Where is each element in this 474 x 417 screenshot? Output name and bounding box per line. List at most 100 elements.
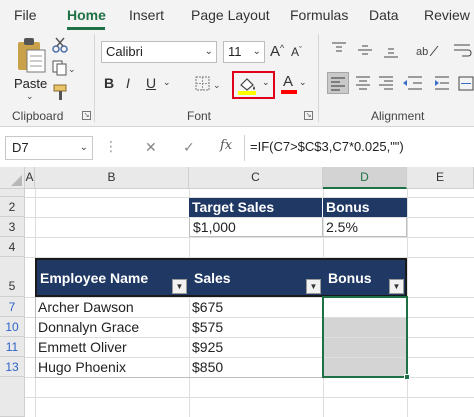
row-header-5[interactable]: 5 <box>0 257 25 297</box>
formula-divider <box>244 135 245 161</box>
font-name-combo[interactable]: Calibri ⌄ <box>101 41 217 63</box>
top-align-icon <box>332 42 346 52</box>
tab-file[interactable]: File <box>14 7 37 23</box>
sales-cell[interactable]: $925 <box>189 337 323 357</box>
column-header-c[interactable]: C <box>189 167 323 189</box>
chevron-down-icon: ⌄ <box>26 91 34 101</box>
clipboard-icon <box>18 38 46 73</box>
row-header-2[interactable]: 2 <box>0 197 25 217</box>
clipboard-group-label: Clipboard <box>12 109 64 123</box>
excel-window: File Home Insert Page Layout Formulas Da… <box>0 0 474 417</box>
increase-indent-icon <box>435 76 449 90</box>
shrink-font-button[interactable]: Aˇ <box>291 45 302 59</box>
font-size-combo[interactable]: 11 ⌄ <box>223 41 265 63</box>
sales-cell[interactable]: $575 <box>189 317 323 337</box>
decrease-indent-icon <box>403 76 422 90</box>
chevron-down-icon[interactable]: ⌄ <box>163 78 171 87</box>
format-painter-icon[interactable] <box>52 83 70 101</box>
group-divider <box>318 34 319 122</box>
sales-cell[interactable]: $850 <box>189 357 323 377</box>
employee-name-cell[interactable]: Donnalyn Grace <box>35 317 189 337</box>
bold-button[interactable]: B <box>104 76 114 90</box>
shrink-font-icon: A <box>291 45 300 59</box>
row-header-11[interactable]: 11 <box>0 337 25 357</box>
tab-formulas[interactable]: Formulas <box>290 7 348 23</box>
ribbon-tab-bar: File Home Insert Page Layout Formulas Da… <box>0 0 474 30</box>
tab-review[interactable]: Review <box>424 7 470 23</box>
font-color-button[interactable]: A ⌄ <box>281 73 307 97</box>
target-sales-value[interactable]: $1,000 <box>189 218 323 237</box>
column-header-a[interactable]: A <box>25 167 35 189</box>
row-header-10[interactable]: 10 <box>0 317 25 337</box>
cancel-entry-button[interactable]: ✕ <box>145 140 157 154</box>
more-options-icon: ⋮ <box>104 138 118 154</box>
filter-button-sales[interactable]: ▼ <box>306 279 321 294</box>
clipboard-dialog-launcher-icon[interactable]: ↘ <box>82 111 91 120</box>
employee-name-cell[interactable]: Hugo Phoenix <box>35 357 189 377</box>
wrap-text-icon <box>454 44 472 57</box>
font-dialog-launcher-icon[interactable]: ↘ <box>304 111 313 120</box>
font-group-label: Font <box>187 109 212 123</box>
sales-header[interactable]: Sales <box>191 270 301 288</box>
name-box-value: D7 <box>12 140 29 155</box>
filter-button-employee[interactable]: ▼ <box>172 279 187 294</box>
insert-function-button[interactable]: fx <box>220 139 232 152</box>
font-color-icon: A <box>283 73 294 90</box>
name-box[interactable]: D7 ⌄ <box>5 136 93 160</box>
select-all-corner[interactable] <box>0 167 25 189</box>
chevron-down-icon: ▼ <box>309 282 318 291</box>
copy-icon[interactable]: ⌄ <box>52 60 74 76</box>
row-header-13[interactable]: 13 <box>0 357 25 377</box>
employee-name-cell[interactable]: Emmett Oliver <box>35 337 189 357</box>
row-header-4[interactable]: 4 <box>0 237 25 257</box>
selection-range[interactable] <box>322 296 408 378</box>
vertical-align-row: ab <box>332 42 472 58</box>
tab-insert[interactable]: Insert <box>129 7 164 23</box>
underline-button[interactable]: U <box>146 76 156 90</box>
tab-data[interactable]: Data <box>369 7 399 23</box>
align-left-button[interactable] <box>327 72 349 94</box>
tab-page-layout[interactable]: Page Layout <box>191 7 270 23</box>
chevron-down-icon: ▼ <box>175 282 184 291</box>
target-bonus-value[interactable]: 2.5% <box>323 218 407 237</box>
fill-color-button[interactable]: ⌄ <box>232 71 275 99</box>
fill-handle[interactable] <box>404 374 410 380</box>
scissors-icon[interactable] <box>52 37 68 53</box>
italic-button[interactable]: I <box>126 76 130 90</box>
font-size-value: 11 <box>228 44 242 59</box>
employee-name-cell[interactable]: Archer Dawson <box>35 297 189 317</box>
row-header-1[interactable] <box>0 189 25 197</box>
formula-bar: D7 ⌄ ⋮ ✕ ✓ fx =IF(C7>$C$3,C7*0.025,"") <box>0 127 474 167</box>
row-header-7[interactable]: 7 <box>0 297 25 317</box>
column-header-e[interactable]: E <box>407 167 474 189</box>
group-divider <box>94 34 95 122</box>
svg-text:⌄: ⌄ <box>68 64 74 74</box>
formula-input[interactable]: =IF(C7>$C$3,C7*0.025,"") <box>250 139 404 154</box>
target-sales-header[interactable]: Target Sales <box>189 198 323 217</box>
tab-home[interactable]: Home <box>67 7 106 23</box>
target-bonus-header[interactable]: Bonus <box>323 198 407 217</box>
svg-text:⌄: ⌄ <box>213 80 221 90</box>
paste-button[interactable]: Paste ⌄ <box>14 36 48 101</box>
chevron-down-icon: ⌄ <box>299 77 307 87</box>
chevron-down-icon: ⌄ <box>252 46 261 57</box>
row-header-3[interactable]: 3 <box>0 217 25 237</box>
column-header-b[interactable]: B <box>35 167 189 189</box>
borders-button[interactable]: ⌄ <box>195 75 223 93</box>
chevron-down-icon: ⌄ <box>262 77 270 87</box>
column-header-d[interactable]: D <box>323 167 407 189</box>
grow-font-button[interactable]: A^ <box>270 44 284 60</box>
fill-color-swatch <box>238 91 256 95</box>
sales-cell[interactable]: $675 <box>189 297 323 317</box>
employee-name-header[interactable]: Employee Name <box>37 270 167 288</box>
align-right-icon <box>379 76 393 90</box>
middle-align-icon <box>358 45 372 55</box>
svg-text:ab: ab <box>416 46 428 58</box>
bonus-header[interactable]: Bonus <box>325 270 385 288</box>
row-header-empty[interactable] <box>0 377 25 417</box>
confirm-entry-button[interactable]: ✓ <box>183 140 195 154</box>
filter-button-bonus[interactable]: ▼ <box>389 279 404 294</box>
filter-active-icon: ▼ <box>392 282 401 291</box>
horizontal-align-row <box>356 76 474 91</box>
paste-label: Paste <box>14 76 48 91</box>
